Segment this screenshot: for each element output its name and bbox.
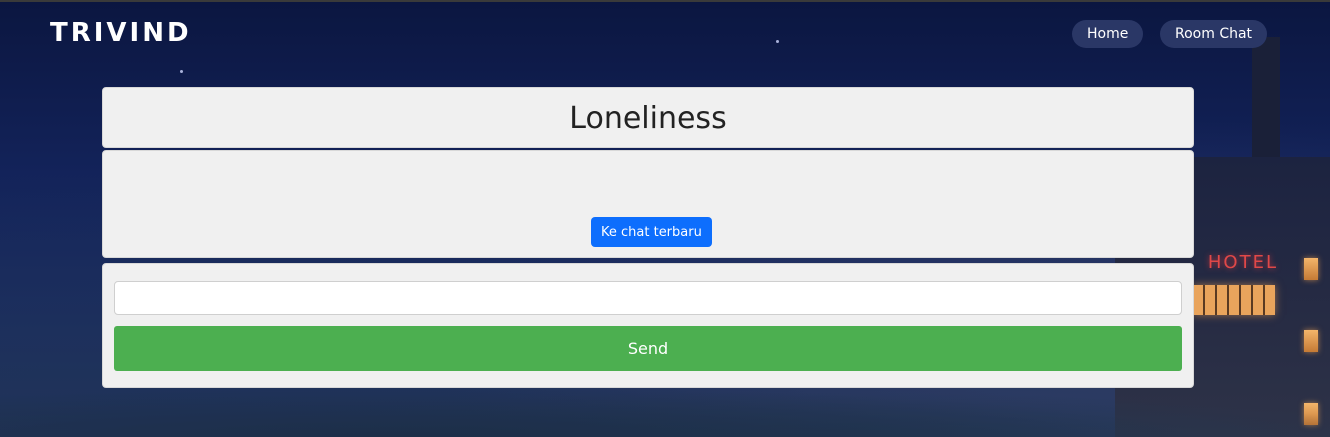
send-button[interactable]: Send <box>114 326 1182 371</box>
lit-window-row <box>1193 285 1275 315</box>
messages-panel[interactable]: Ke chat terbaru <box>102 150 1194 258</box>
lit-window <box>1304 330 1318 352</box>
hotel-sign: HOTEL <box>1207 252 1278 273</box>
nav-room-chat-link[interactable]: Room Chat <box>1160 20 1268 48</box>
jump-to-latest-button[interactable]: Ke chat terbaru <box>591 217 712 247</box>
star <box>776 40 779 43</box>
brand-logo[interactable]: TRIVIND <box>50 18 192 48</box>
star <box>180 70 183 73</box>
room-title-card: Loneliness <box>102 87 1194 148</box>
window-top-border <box>0 0 1330 2</box>
nav-home-link[interactable]: Home <box>1072 20 1144 48</box>
message-composer: Send <box>102 263 1194 388</box>
room-title: Loneliness <box>569 101 727 136</box>
lit-window <box>1304 258 1318 280</box>
message-input[interactable] <box>114 281 1182 315</box>
